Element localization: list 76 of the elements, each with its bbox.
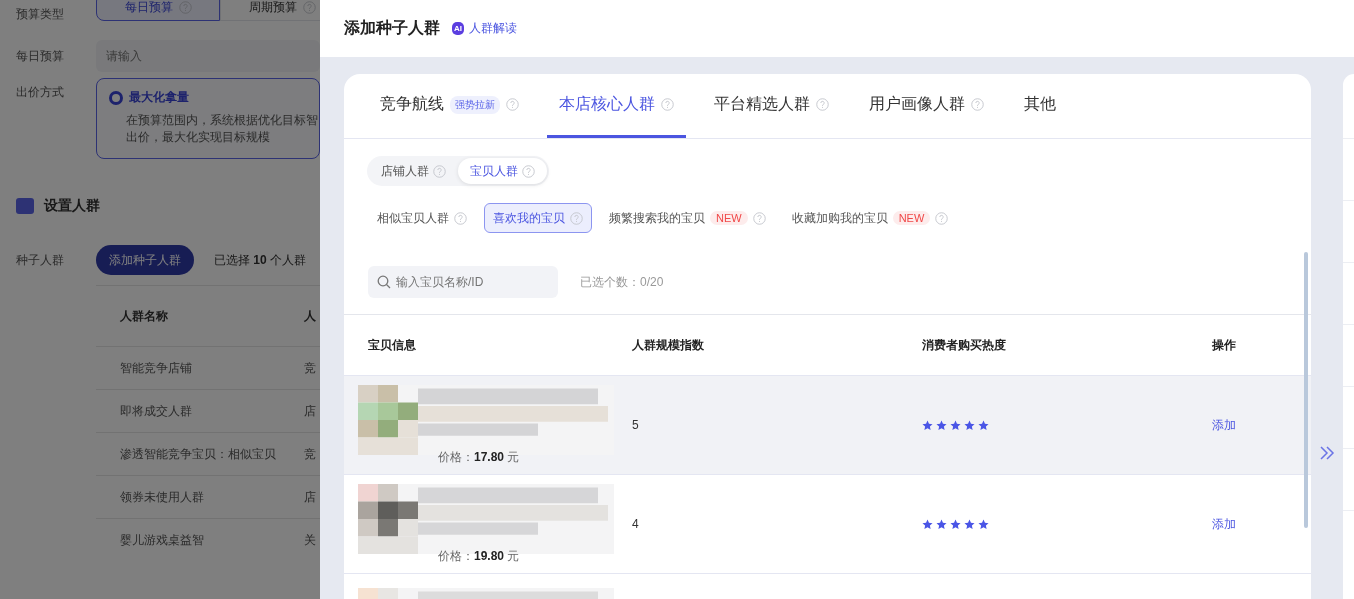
help-icon <box>935 211 949 225</box>
segment-option[interactable]: 周期预算 <box>220 0 320 21</box>
filter-chip[interactable]: 频繁搜索我的宝贝 NEW <box>600 203 775 233</box>
help-icon <box>302 0 316 14</box>
help-icon <box>570 211 583 225</box>
table-cell-text: 领券未使用人群 <box>120 488 205 506</box>
help-icon <box>522 164 535 178</box>
column-header: 消费者购买热度 <box>922 336 1007 354</box>
price-text: 价格：17.80 元 <box>438 448 521 466</box>
new-badge: NEW <box>892 211 931 225</box>
input-field[interactable]: 请输入 <box>96 40 320 72</box>
selected-count: 已选个数：0/20 <box>580 273 664 291</box>
expand-icon[interactable] <box>1319 446 1335 460</box>
star-icon <box>950 518 961 530</box>
table-cell-text: 关 <box>304 531 317 549</box>
drawer-title: 添加种子人群 <box>344 18 440 38</box>
section-title: 设置人群 <box>44 197 100 215</box>
price-text: 价格：19.80 元 <box>438 547 521 565</box>
column-header: 人 <box>304 307 317 325</box>
field-label: 种子人群 <box>15 251 65 269</box>
column-header: 宝贝信息 <box>368 336 417 354</box>
segment-option[interactable]: 宝贝人群 <box>458 158 547 184</box>
star-icon <box>978 419 989 431</box>
table-cell-text: 渗透智能竞争宝贝：相似宝贝 <box>120 445 277 463</box>
filter-chip[interactable]: 喜欢我的宝贝 <box>484 203 592 233</box>
field-label: 预算类型 <box>15 5 65 23</box>
column-header: 操作 <box>1212 336 1237 354</box>
table-cell-text: 5 <box>632 418 640 432</box>
table-cell-text: 竞 <box>304 445 317 463</box>
table-cell-text: 店 <box>304 488 317 506</box>
column-header: 人群规模指数 <box>632 336 705 354</box>
table-cell-text: 4 <box>632 517 640 531</box>
table-cell-text: 即将成交人群 <box>120 402 193 420</box>
option-description: 在预算范围内，系统根据优化目标智 <box>126 113 319 128</box>
table-cell-text: 婴儿游戏桌益智 <box>120 531 205 549</box>
help-icon <box>454 211 467 225</box>
link[interactable]: 人群解读 <box>469 20 517 37</box>
field-label: 每日预算 <box>15 47 65 65</box>
field-label: 出价方式 <box>15 84 65 101</box>
star-icon <box>922 518 933 530</box>
star-icon <box>922 419 933 431</box>
column-header: 人群名称 <box>120 307 169 325</box>
tab[interactable]: 其他 <box>1012 74 1068 138</box>
tab[interactable]: 平台精选人群 <box>702 74 841 138</box>
section-icon <box>16 198 34 214</box>
star-icon <box>936 518 947 530</box>
segment-option[interactable]: 店铺人群 <box>369 158 458 184</box>
star-icon <box>978 518 989 530</box>
star-icon <box>964 419 975 431</box>
help-icon <box>752 211 766 225</box>
table-cell-text: 竞 <box>304 359 317 377</box>
tab[interactable]: 用户画像人群 <box>857 74 996 138</box>
add-button[interactable]: 添加种子人群 <box>96 245 194 275</box>
star-icon <box>964 518 975 530</box>
new-badge: NEW <box>710 211 748 225</box>
option-description: 出价，最大化实现目标规模 <box>126 130 271 145</box>
add-link[interactable]: 添加 <box>1212 416 1311 434</box>
scrollbar[interactable] <box>1304 252 1308 528</box>
tab-badge: 强势拉新 <box>450 95 500 114</box>
table-cell-text: 店 <box>304 402 317 420</box>
add-link[interactable]: 添加 <box>1212 515 1311 533</box>
star-icon <box>950 419 961 431</box>
help-icon <box>433 164 446 178</box>
tab[interactable]: 竞争航线 强势拉新 <box>368 74 531 138</box>
search-field[interactable]: 输入宝贝名称/ID <box>368 266 558 298</box>
filter-chip[interactable]: 相似宝贝人群 <box>368 203 476 233</box>
option-card[interactable]: 最大化拿量 在预算范围内，系统根据优化目标智 出价，最大化实现目标规模 <box>96 78 320 159</box>
table-cell-text: 智能竞争店铺 <box>120 359 193 377</box>
star-icon <box>936 419 947 431</box>
radio-icon[interactable] <box>109 90 123 105</box>
filter-chip[interactable]: 收藏加购我的宝贝 NEW <box>782 203 958 233</box>
segment-option[interactable]: 每日预算 <box>96 0 220 21</box>
tab[interactable]: 本店核心人群 <box>547 74 686 138</box>
selected-count: 已选择 10 个人群 <box>214 251 307 269</box>
ai-badge: AI <box>452 22 464 35</box>
option-title: 最大化拿量 <box>129 89 189 106</box>
